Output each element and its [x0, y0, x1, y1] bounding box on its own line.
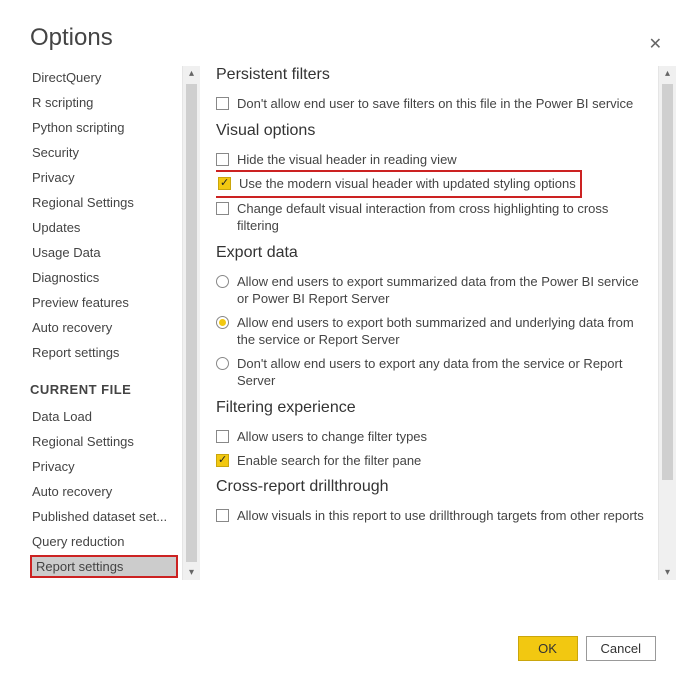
option-label: Allow end users to export summarized dat… [237, 273, 652, 308]
sidebar-item[interactable]: Updates [30, 216, 178, 239]
scroll-up-icon[interactable]: ▴ [189, 66, 194, 81]
option-row[interactable]: Hide the visual header in reading view [216, 148, 652, 172]
section-heading: Cross-report drillthrough [216, 478, 652, 496]
sidebar-item[interactable]: Security [30, 141, 178, 164]
option-label: Change default visual interaction from c… [237, 200, 652, 235]
section-heading: Visual options [216, 122, 652, 140]
sidebar-item[interactable]: Auto recovery [30, 480, 178, 503]
sidebar-item[interactable]: Diagnostics [30, 266, 178, 289]
sidebar-item[interactable]: Regional Settings [30, 430, 178, 453]
checkbox-input[interactable] [216, 97, 229, 110]
option-label: Don't allow end user to save filters on … [237, 95, 652, 113]
option-row[interactable]: Enable search for the filter pane [216, 449, 652, 473]
option-row[interactable]: Change default visual interaction from c… [216, 197, 652, 238]
section-heading: Filtering experience [216, 399, 652, 417]
main-scrollbar[interactable]: ▴ ▾ [658, 66, 676, 580]
checkbox-input[interactable] [216, 430, 229, 443]
option-label: Use the modern visual header with update… [239, 175, 576, 193]
sidebar-item[interactable]: Python scripting [30, 116, 178, 139]
section-heading: Persistent filters [216, 66, 652, 84]
radio-input[interactable] [216, 275, 229, 288]
scroll-thumb[interactable] [186, 84, 197, 562]
option-row[interactable]: Allow visuals in this report to use dril… [216, 504, 652, 528]
option-row[interactable]: Use the modern visual header with update… [216, 170, 582, 198]
sidebar-item[interactable]: Query reduction [30, 530, 178, 553]
section-heading: Export data [216, 244, 652, 262]
option-row[interactable]: Allow end users to export both summarize… [216, 311, 652, 352]
option-row[interactable]: Allow users to change filter types [216, 425, 652, 449]
sidebar-item[interactable]: Usage Data [30, 241, 178, 264]
sidebar-item[interactable]: Published dataset set... [30, 505, 178, 528]
close-icon[interactable]: ✕ [649, 34, 662, 54]
checkbox-input[interactable] [216, 509, 229, 522]
checkbox-input[interactable] [218, 177, 231, 190]
sidebar-heading-current-file: CURRENT FILE [30, 382, 178, 397]
settings-panel: Persistent filters Don't allow end user t… [216, 66, 658, 580]
sidebar-item[interactable]: Privacy [30, 455, 178, 478]
scroll-down-icon[interactable]: ▾ [665, 565, 670, 580]
option-row[interactable]: Don't allow end users to export any data… [216, 352, 652, 393]
option-label: Allow visuals in this report to use dril… [237, 507, 652, 525]
scroll-up-icon[interactable]: ▴ [665, 66, 670, 81]
sidebar-item[interactable]: R scripting [30, 91, 178, 114]
scroll-down-icon[interactable]: ▾ [189, 565, 194, 580]
sidebar-item[interactable]: Data Load [30, 405, 178, 428]
sidebar-item[interactable]: Report settings [30, 555, 178, 578]
radio-input[interactable] [216, 316, 229, 329]
sidebar-item[interactable]: Preview features [30, 291, 178, 314]
checkbox-input[interactable] [216, 454, 229, 467]
sidebar-item[interactable]: Auto recovery [30, 316, 178, 339]
radio-input[interactable] [216, 357, 229, 370]
checkbox-input[interactable] [216, 153, 229, 166]
ok-button[interactable]: OK [518, 636, 578, 661]
option-label: Don't allow end users to export any data… [237, 355, 652, 390]
option-row[interactable]: Don't allow end user to save filters on … [216, 92, 652, 116]
cancel-button[interactable]: Cancel [586, 636, 656, 661]
sidebar-item[interactable]: Privacy [30, 166, 178, 189]
sidebar-item[interactable]: Report settings [30, 341, 178, 364]
scroll-thumb[interactable] [662, 84, 673, 480]
sidebar: DirectQueryR scriptingPython scriptingSe… [30, 66, 182, 580]
sidebar-item[interactable]: DirectQuery [30, 66, 178, 89]
sidebar-item[interactable]: Regional Settings [30, 191, 178, 214]
option-label: Hide the visual header in reading view [237, 151, 652, 169]
sidebar-scrollbar[interactable]: ▴ ▾ [182, 66, 200, 580]
option-label: Allow users to change filter types [237, 428, 652, 446]
dialog-title: Options [30, 24, 676, 52]
option-label: Allow end users to export both summarize… [237, 314, 652, 349]
option-row[interactable]: Allow end users to export summarized dat… [216, 270, 652, 311]
option-label: Enable search for the filter pane [237, 452, 652, 470]
checkbox-input[interactable] [216, 202, 229, 215]
